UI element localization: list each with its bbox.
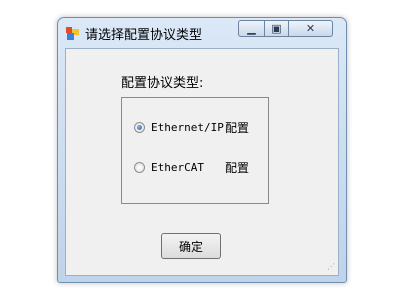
- option-ethernet-ip[interactable]: Ethernet/IP: [134, 119, 224, 135]
- minimize-icon: ▁: [247, 22, 256, 35]
- protocol-type-label: 配置协议类型:: [121, 76, 204, 91]
- option-ethercat-label: EtherCAT: [151, 160, 204, 174]
- option-ethernet-ip-label: Ethernet/IP: [151, 120, 224, 134]
- radio-ethernet-ip[interactable]: [134, 121, 145, 133]
- window-title: 请选择配置协议类型: [85, 28, 203, 43]
- app-icon: [66, 27, 79, 40]
- ok-button[interactable]: 确定: [161, 233, 221, 259]
- minimize-button[interactable]: ▁: [238, 20, 265, 37]
- maximize-button[interactable]: ▣: [264, 20, 289, 37]
- config-link-ethernet-ip[interactable]: 配置: [225, 119, 249, 136]
- config-link-ethercat[interactable]: 配置: [225, 159, 249, 176]
- dialog-window: 请选择配置协议类型 ▁ ▣ ✕ 配置协议类型: Ethernet/IP 配置 E…: [57, 17, 347, 283]
- close-icon: ✕: [305, 22, 316, 35]
- maximize-icon: ▣: [271, 22, 282, 35]
- option-ethercat[interactable]: EtherCAT: [134, 159, 204, 175]
- radio-ethercat[interactable]: [134, 161, 145, 173]
- title-bar[interactable]: 请选择配置协议类型 ▁ ▣ ✕: [58, 18, 346, 48]
- protocol-groupbox: Ethernet/IP 配置 EtherCAT 配置: [121, 97, 269, 204]
- resize-grip[interactable]: ⋰: [325, 262, 335, 272]
- close-button[interactable]: ✕: [288, 20, 333, 37]
- dialog-body: 配置协议类型: Ethernet/IP 配置 EtherCAT 配置 确定 ⋰: [65, 48, 339, 276]
